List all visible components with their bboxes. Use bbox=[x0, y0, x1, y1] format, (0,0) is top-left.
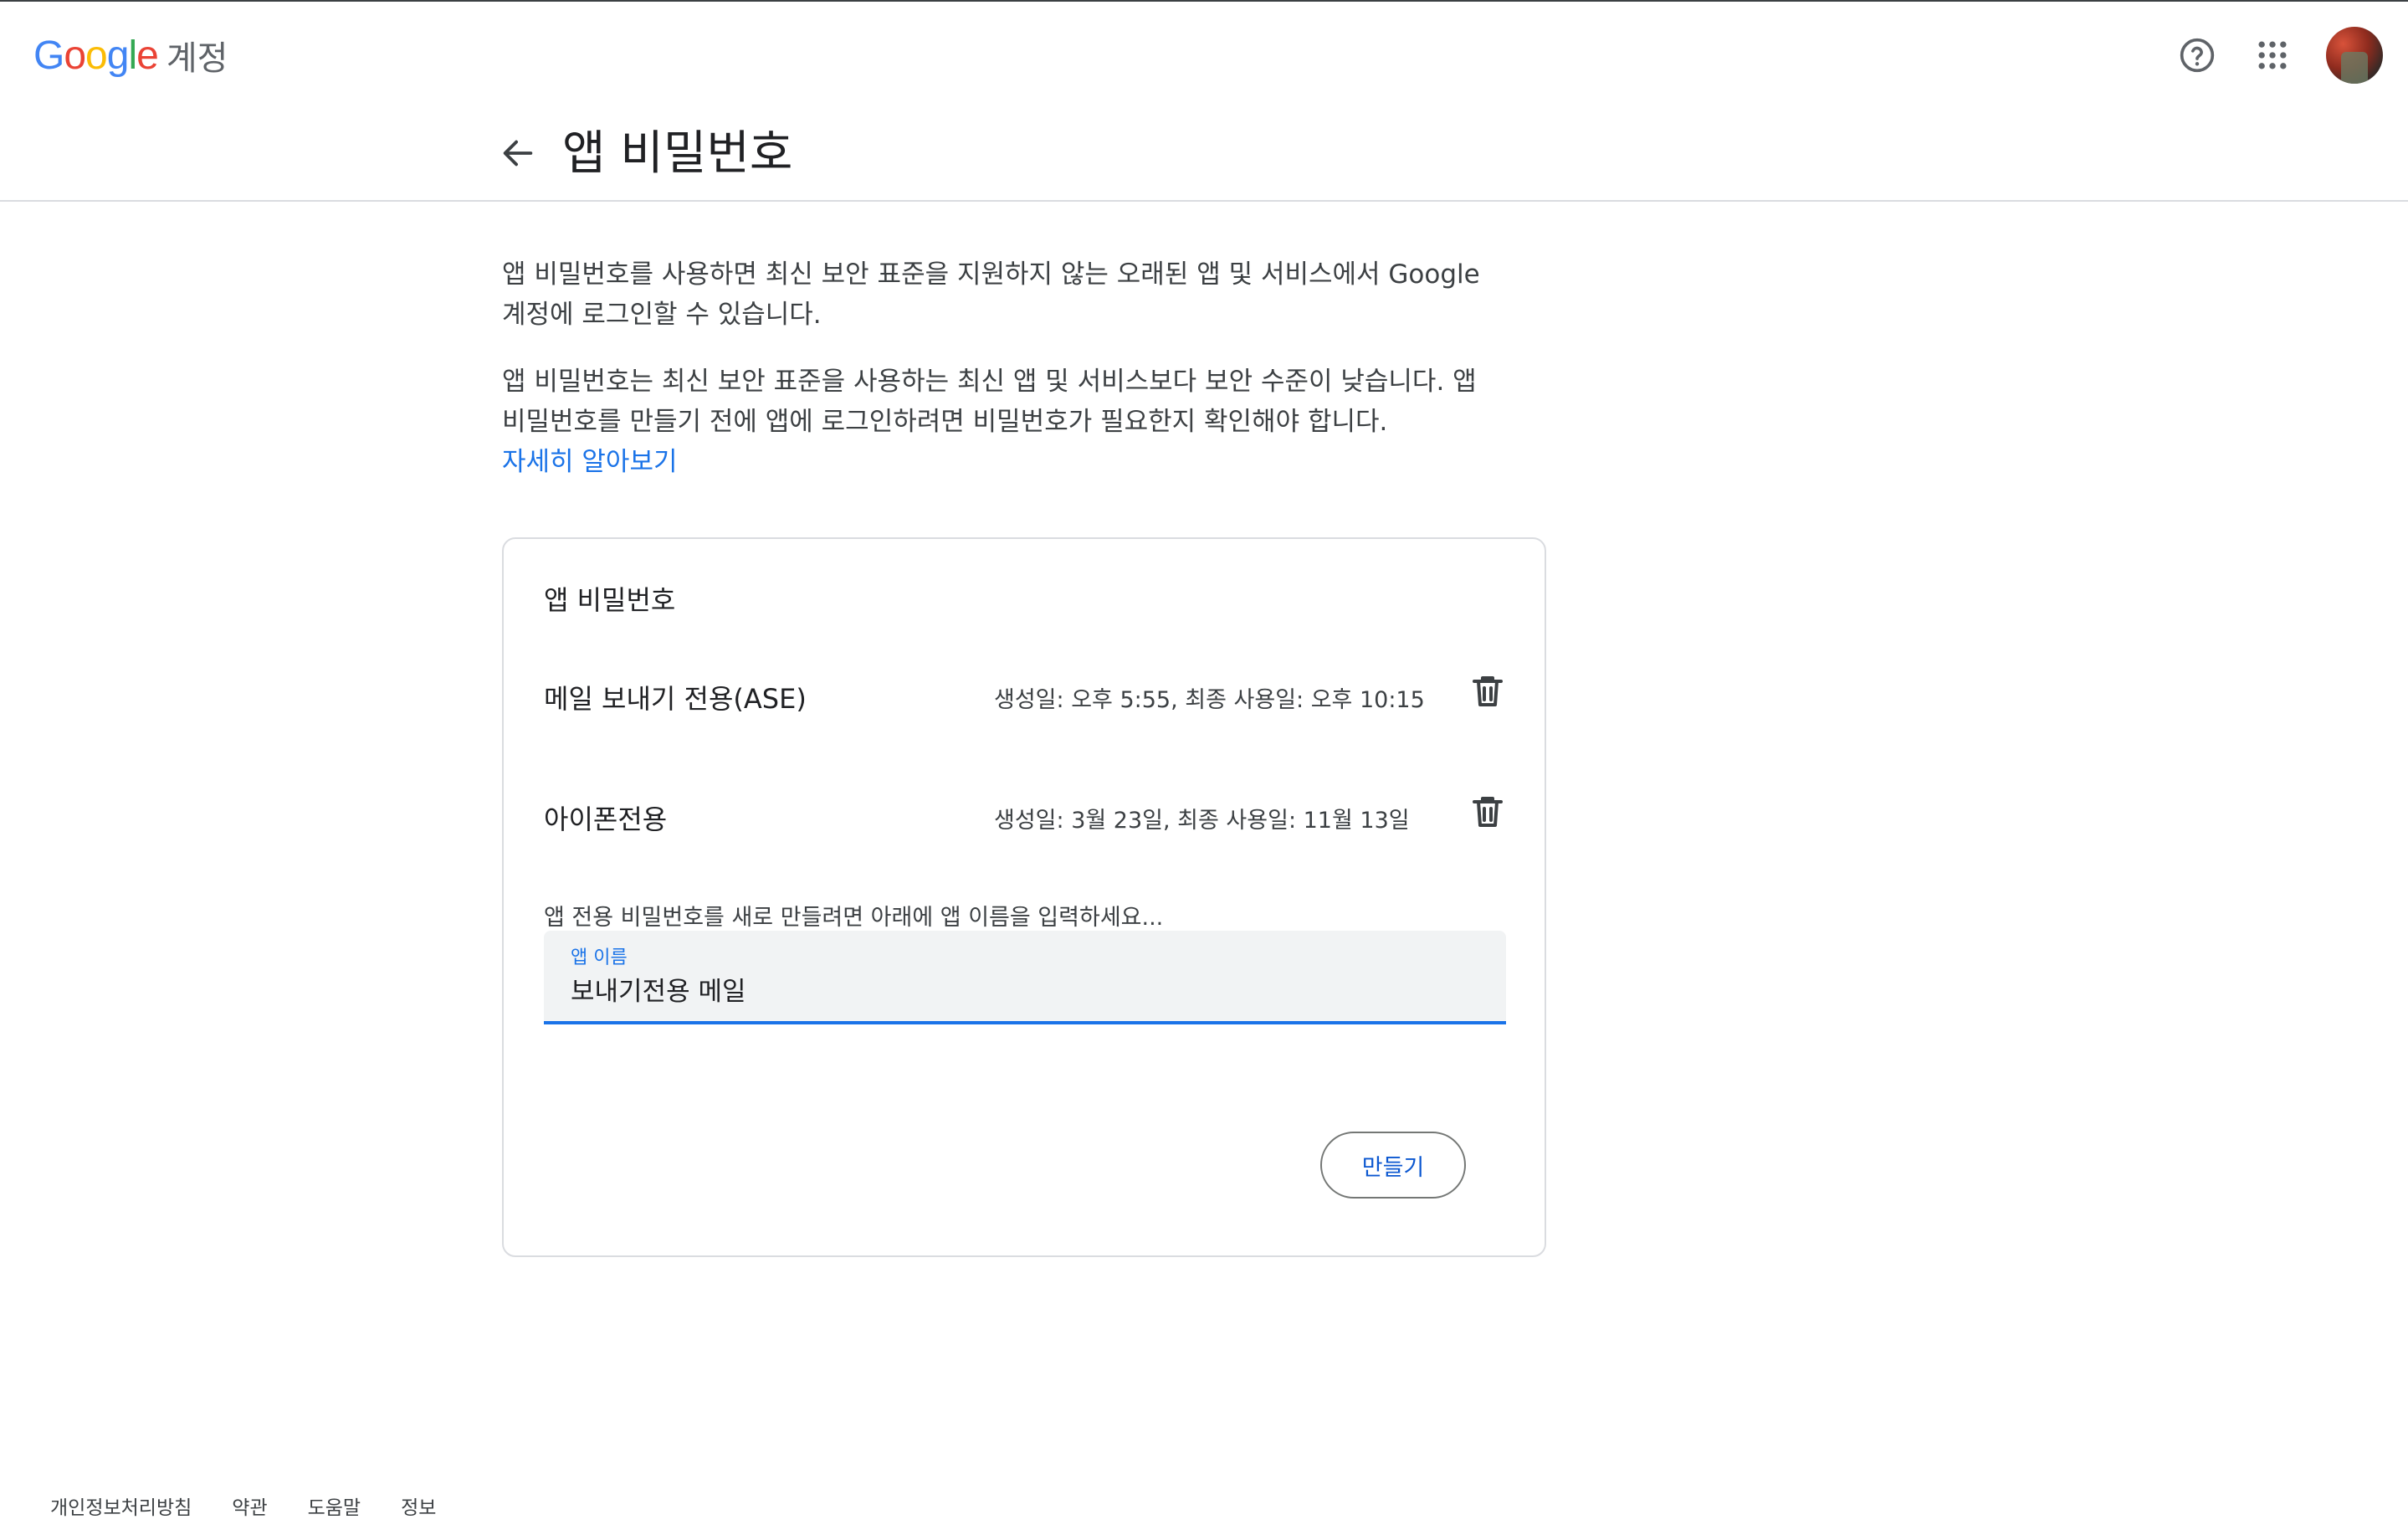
app-passwords-card: 앱 비밀번호 메일 보내기 전용(ASE) 생성일: 오후 5:55, 최종 사… bbox=[502, 537, 1546, 1257]
google-logo: Google bbox=[33, 33, 159, 78]
card-title: 앱 비밀번호 bbox=[544, 584, 676, 616]
apps-grid-icon[interactable] bbox=[2254, 37, 2291, 74]
intro-paragraph-1: 앱 비밀번호를 사용하면 최신 보안 표준을 지원하지 않는 오래된 앱 및 서… bbox=[502, 259, 1480, 330]
app-password-name: 아이폰전용 bbox=[544, 803, 668, 835]
arrow-left-icon bbox=[503, 140, 533, 167]
delete-button[interactable] bbox=[1468, 671, 1508, 711]
google-account-logo[interactable]: Google 계정 bbox=[33, 30, 228, 80]
delete-button[interactable] bbox=[1468, 792, 1508, 832]
app-name-input[interactable] bbox=[571, 968, 1474, 1009]
app-password-meta: 생성일: 3월 23일, 최종 사용일: 11월 13일 bbox=[994, 808, 1410, 834]
help-circle-icon[interactable] bbox=[2179, 37, 2216, 74]
header: Google 계정 앱 비밀번호 bbox=[0, 0, 2408, 181]
back-button[interactable] bbox=[499, 134, 537, 172]
create-hint: 앱 전용 비밀번호를 새로 만들려면 아래에 앱 이름을 입력하세요... bbox=[544, 905, 1164, 931]
header-divider bbox=[0, 200, 2408, 202]
app-name-field[interactable]: 앱 이름 bbox=[544, 931, 1506, 1024]
avatar[interactable] bbox=[2326, 27, 2383, 84]
intro-paragraph-2: 앱 비밀번호는 최신 보안 표준을 사용하는 최신 앱 및 서비스보다 보안 수… bbox=[502, 362, 1506, 482]
footer-link-help[interactable]: 도움말 bbox=[308, 1491, 361, 1520]
learn-more-link[interactable]: 자세히 알아보기 bbox=[502, 447, 678, 477]
trash-icon bbox=[1473, 676, 1503, 706]
app-password-meta: 생성일: 오후 5:55, 최종 사용일: 오후 10:15 bbox=[994, 687, 1425, 713]
intro-text: 앱 비밀번호를 사용하면 최신 보안 표준을 지원하지 않는 오래된 앱 및 서… bbox=[502, 254, 1506, 482]
product-name: 계정 bbox=[166, 39, 228, 78]
page-title: 앱 비밀번호 bbox=[562, 126, 793, 181]
footer: 개인정보처리방침 약관 도움말 정보 bbox=[50, 1491, 436, 1520]
app-password-name: 메일 보내기 전용(ASE) bbox=[544, 683, 807, 715]
app-password-row: 메일 보내기 전용(ASE) 생성일: 오후 5:55, 최종 사용일: 오후 … bbox=[544, 671, 1514, 721]
footer-link-privacy[interactable]: 개인정보처리방침 bbox=[50, 1491, 192, 1520]
app-name-label: 앱 이름 bbox=[571, 947, 628, 968]
footer-link-terms[interactable]: 약관 bbox=[232, 1491, 267, 1520]
app-password-row: 아이폰전용 생성일: 3월 23일, 최종 사용일: 11월 13일 bbox=[544, 792, 1514, 842]
footer-link-about[interactable]: 정보 bbox=[401, 1491, 436, 1520]
intro-paragraph-2-text: 앱 비밀번호는 최신 보안 표준을 사용하는 최신 앱 및 서비스보다 보안 수… bbox=[502, 367, 1477, 437]
trash-icon bbox=[1473, 797, 1503, 827]
create-button[interactable]: 만들기 bbox=[1320, 1132, 1466, 1199]
